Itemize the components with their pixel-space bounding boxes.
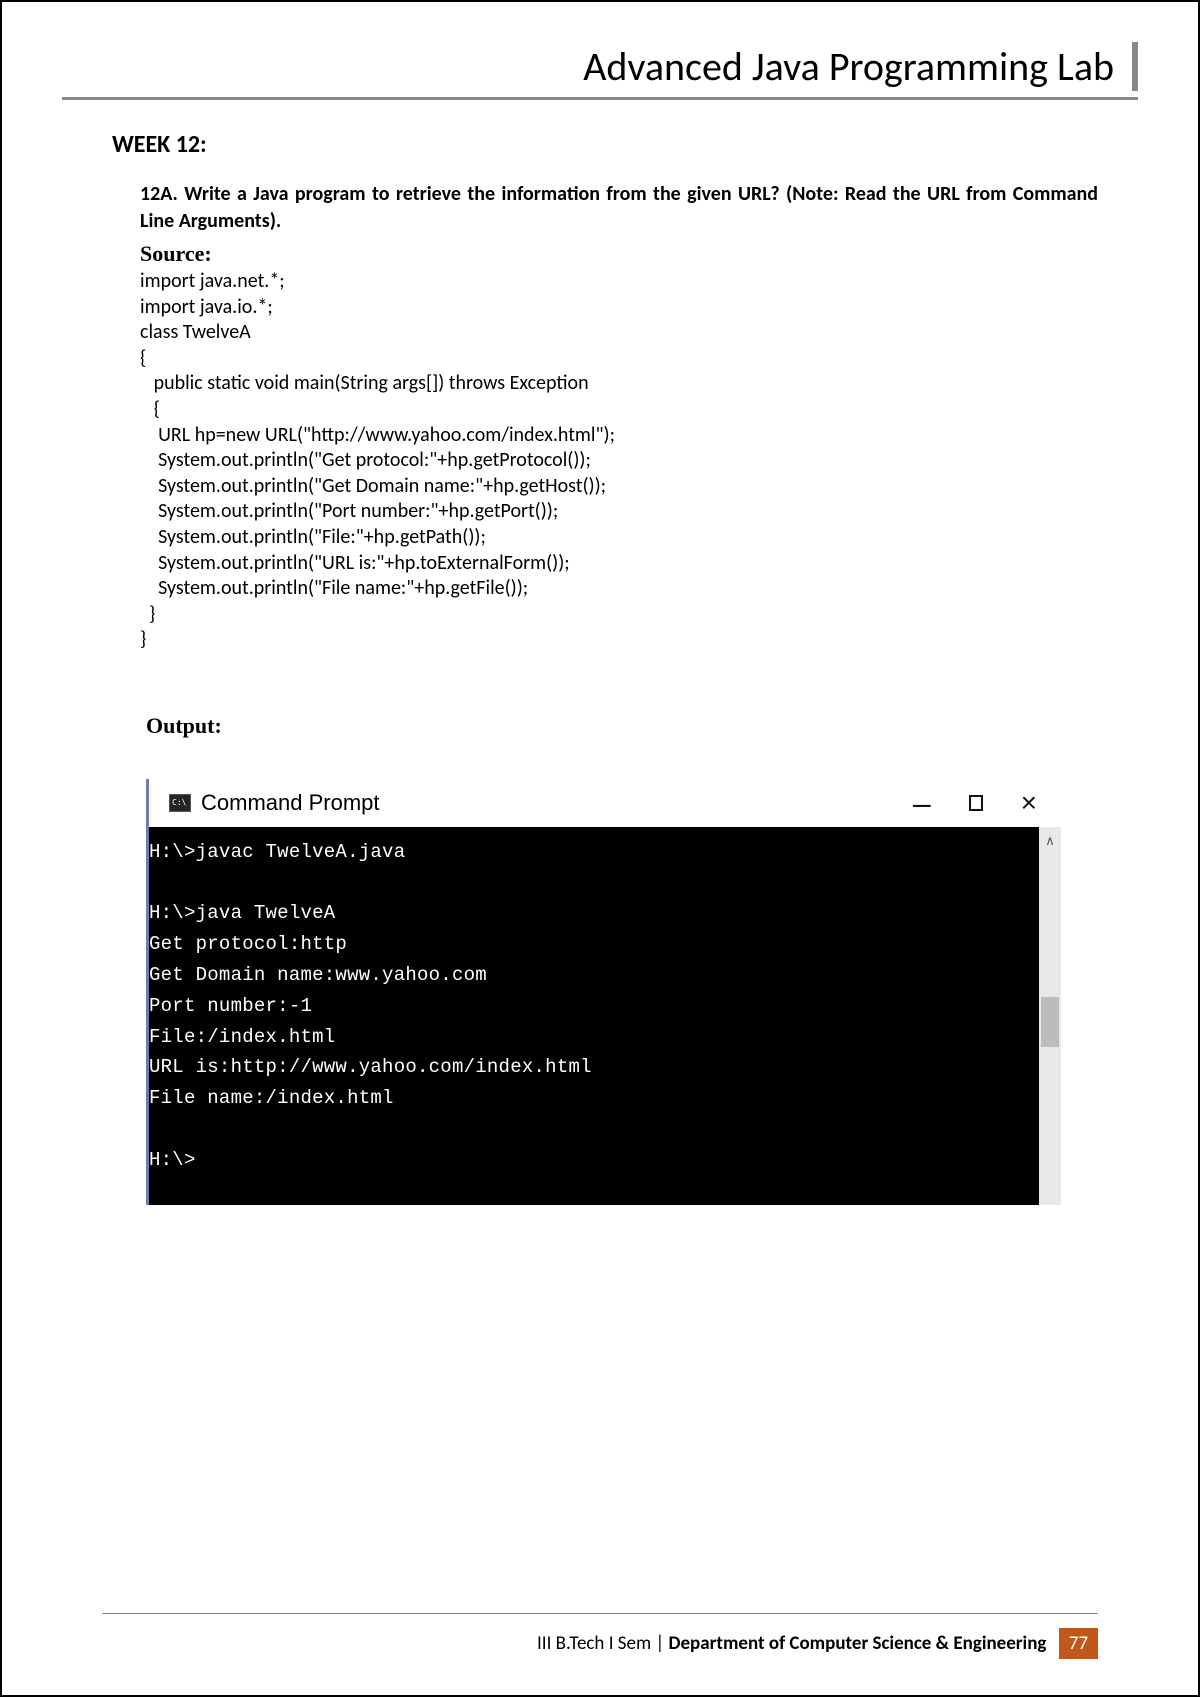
command-prompt-window: Command Prompt – × H:\>javac TwelveA.jav… [146, 779, 1061, 1205]
footer-divider [102, 1613, 1098, 1614]
page-number: 77 [1059, 1628, 1098, 1659]
footer-dept: Department of Computer Science & Enginee… [669, 1632, 1047, 1655]
footer-sem: III B.Tech I Sem | [537, 1632, 669, 1655]
scroll-up-icon[interactable]: ∧ [1039, 833, 1061, 849]
close-button[interactable]: × [1021, 787, 1037, 819]
cmd-icon [169, 794, 191, 812]
cmd-scrollbar[interactable]: ∧ [1039, 827, 1061, 1205]
page-footer: III B.Tech I Sem | Department of Compute… [102, 1613, 1098, 1659]
page: Advanced Java Programming Lab WEEK 12: 1… [0, 0, 1200, 1697]
week-heading: WEEK 12: [112, 130, 1098, 159]
source-code: import java.net.*; import java.io.*; cla… [140, 269, 1098, 653]
footer-text: III B.Tech I Sem | Department of Compute… [102, 1628, 1098, 1659]
cmd-titlebar[interactable]: Command Prompt – × [149, 779, 1061, 827]
cmd-title-left: Command Prompt [169, 790, 380, 816]
cmd-output[interactable]: H:\>javac TwelveA.java H:\>java TwelveA … [149, 827, 1039, 1205]
header-divider [62, 97, 1138, 100]
cmd-title-text: Command Prompt [201, 790, 380, 816]
maximize-button[interactable] [969, 795, 983, 811]
page-title: Advanced Java Programming Lab [302, 42, 1138, 91]
output-label: Output: [146, 713, 1098, 739]
content-area: WEEK 12: 12A. Write a Java program to re… [62, 130, 1138, 1205]
scroll-thumb[interactable] [1041, 997, 1059, 1047]
question-text: 12A. Write a Java program to retrieve th… [140, 181, 1098, 235]
cmd-window-controls: – × [913, 787, 1037, 819]
source-label: Source: [140, 241, 1098, 267]
cmd-body-wrap: H:\>javac TwelveA.java H:\>java TwelveA … [149, 827, 1061, 1205]
